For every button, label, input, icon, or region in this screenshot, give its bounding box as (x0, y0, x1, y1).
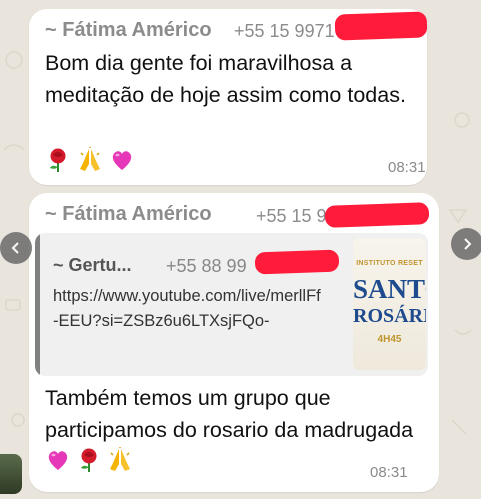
quoted-link[interactable]: https://www.youtube.com/live/merllFf-EEU… (53, 284, 323, 334)
chevron-right-icon (464, 238, 472, 250)
redaction-mark (324, 202, 430, 228)
message-sender[interactable]: ~ Fátima Américo (45, 19, 212, 42)
message-text: Também temos um grupo que participamos d… (45, 382, 415, 478)
message-text: Bom dia gente foi maravilhosa a meditaçã… (45, 51, 406, 107)
message-sender[interactable]: ~ Fátima Américo (45, 203, 212, 226)
chevron-left-icon (11, 242, 19, 254)
heart-emoji-icon (48, 451, 68, 470)
next-arrow-button[interactable] (451, 228, 481, 260)
quoted-phone: +55 88 99 (166, 256, 247, 276)
quote-bar (35, 233, 40, 376)
emoji-row (45, 447, 133, 473)
rose-emoji-icon (50, 148, 66, 172)
previous-arrow-button[interactable] (0, 232, 32, 264)
rose-emoji-icon (81, 448, 97, 472)
message-text-content: Também temos um grupo que participamos d… (45, 386, 414, 442)
thumbnail-time: 4H45 (377, 334, 402, 345)
praying-hands-emoji-icon (80, 147, 100, 171)
message-bubble-2[interactable]: ~ Fátima Américo +55 15 9 ~ Gertu... +55… (29, 193, 439, 492)
praying-hands-emoji-icon (110, 447, 130, 471)
heart-emoji-icon (112, 151, 132, 170)
avatar[interactable] (0, 454, 22, 494)
message-time: 08:31 (370, 464, 408, 481)
quoted-sender: ~ Gertu... (53, 255, 132, 275)
video-thumbnail[interactable]: INSTITUTO RESET SANTO ROSÁRIO 4H45 (353, 238, 426, 370)
sender-phone: +55 15 9 (256, 206, 327, 226)
quoted-message[interactable]: ~ Gertu... +55 88 99 https://www.youtube… (35, 233, 428, 376)
thumbnail-title: SANTO ROSÁRIO (353, 276, 426, 330)
message-bubble-1[interactable]: ~ Fátima Américo +55 15 9971 Bom dia gen… (29, 9, 428, 185)
redaction-mark (254, 249, 340, 275)
sender-phone: +55 15 9971 (234, 21, 335, 41)
thumbnail-title-line1: SANTO (353, 274, 426, 304)
emoji-row (45, 147, 135, 173)
thumbnail-title-line2: ROSÁRIO (353, 305, 426, 327)
redaction-mark (334, 11, 428, 41)
message-time: 08:31 (388, 159, 426, 176)
thumbnail-institute: INSTITUTO RESET (356, 260, 423, 267)
